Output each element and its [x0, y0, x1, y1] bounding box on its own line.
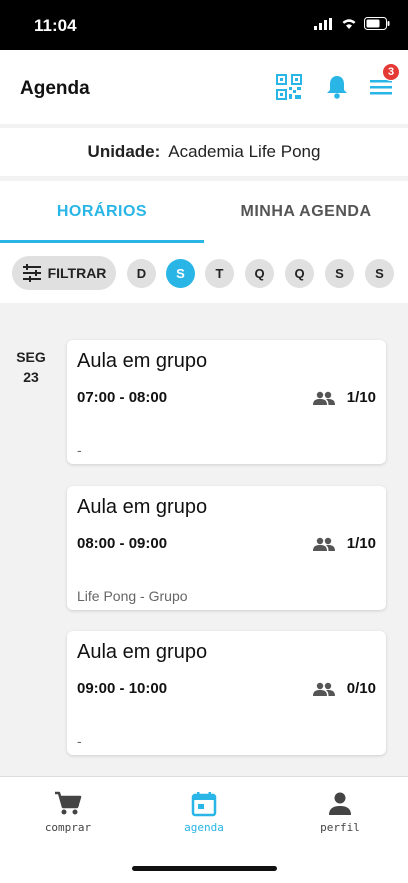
class-subtitle: Life Pong - Grupo: [77, 588, 188, 604]
nav-item-perfil[interactable]: perfil: [272, 791, 408, 834]
nav-label-agenda: agenda: [184, 821, 224, 834]
day-chip-seg[interactable]: S: [166, 259, 195, 288]
status-icons: [314, 17, 390, 30]
class-time: 07:00 - 08:00: [77, 389, 168, 406]
day-chip-dom[interactable]: D: [127, 259, 156, 288]
group-icon: [312, 682, 335, 696]
class-card[interactable]: Aula em grupo 08:00 - 09:00 1/10 Life Po…: [67, 486, 386, 610]
page-title: Agenda: [20, 78, 90, 99]
calendar-icon: [191, 792, 217, 817]
tab-horarios[interactable]: HORÁRIOS: [0, 181, 204, 243]
status-time: 11:04: [34, 16, 77, 35]
nav-label-comprar: comprar: [44, 821, 92, 834]
class-capacity: 1/10: [312, 535, 376, 552]
filter-button[interactable]: FILTRAR: [12, 256, 116, 290]
class-title: Aula em grupo: [77, 641, 208, 663]
class-capacity-value: 0/10: [346, 680, 376, 697]
class-title: Aula em grupo: [77, 350, 208, 372]
unit-value: Academia Life Pong: [168, 142, 321, 161]
nav-item-agenda[interactable]: agenda: [136, 791, 272, 834]
class-time: 09:00 - 10:00: [77, 680, 168, 697]
class-card[interactable]: Aula em grupo 07:00 - 08:00 1/10 -: [67, 340, 386, 464]
person-icon: [329, 792, 351, 815]
filter-label: FILTRAR: [47, 265, 107, 281]
unit-selector[interactable]: Unidade: Academia Life Pong: [0, 128, 408, 176]
group-icon: [312, 537, 335, 551]
bell-icon[interactable]: [322, 72, 352, 102]
battery-icon: [364, 17, 390, 30]
qr-code-icon[interactable]: [274, 72, 304, 102]
unit-label: Unidade:: [87, 142, 161, 161]
nav-label-perfil: perfil: [320, 821, 360, 834]
class-capacity: 0/10: [312, 680, 376, 697]
class-title: Aula em grupo: [77, 496, 208, 518]
day-chip-qui[interactable]: Q: [285, 259, 314, 288]
class-card[interactable]: Aula em grupo 09:00 - 10:00 0/10 -: [67, 631, 386, 755]
group-icon: [312, 391, 335, 405]
cart-icon: [55, 791, 82, 815]
date-day: 23: [23, 369, 39, 385]
date-label: SEG 23: [10, 347, 52, 387]
tab-minha-agenda[interactable]: MINHA AGENDA: [204, 181, 408, 243]
tune-icon: [22, 264, 41, 282]
signal-icon: [314, 17, 332, 30]
day-chip-ter[interactable]: T: [205, 259, 234, 288]
class-subtitle: -: [77, 733, 82, 749]
menu-icon[interactable]: 3: [366, 63, 400, 102]
wifi-icon: [342, 19, 356, 29]
app-header: Agenda 3: [0, 50, 408, 124]
class-capacity-value: 1/10: [346, 535, 376, 552]
status-bar: 11:04: [0, 0, 408, 50]
date-weekday: SEG: [16, 349, 46, 365]
tab-bar: HORÁRIOS MINHA AGENDA: [0, 181, 408, 243]
notification-badge: 3: [382, 63, 400, 81]
day-chip-qua[interactable]: Q: [245, 259, 274, 288]
class-time: 08:00 - 09:00: [77, 535, 168, 552]
class-capacity: 1/10: [312, 389, 376, 406]
class-capacity-value: 1/10: [346, 389, 376, 406]
filter-row: FILTRAR D S T Q Q S S: [0, 243, 408, 303]
day-chip-sab[interactable]: S: [365, 259, 394, 288]
home-indicator: [132, 866, 277, 871]
nav-item-comprar[interactable]: comprar: [0, 791, 136, 834]
day-chip-sex[interactable]: S: [325, 259, 354, 288]
class-subtitle: -: [77, 442, 82, 458]
